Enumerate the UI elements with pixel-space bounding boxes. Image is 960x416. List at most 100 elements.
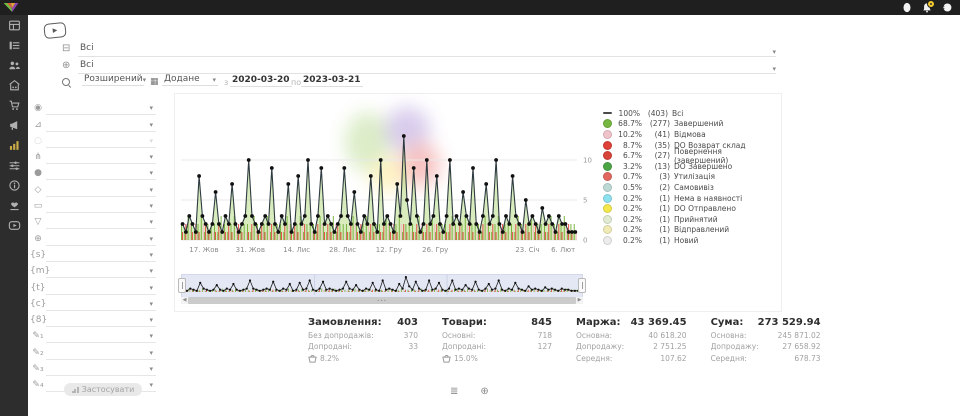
app-logo-icon[interactable]: [2, 1, 20, 14]
legend-item[interactable]: 6.7%(27)Повернення (завершений): [603, 150, 775, 161]
search-mode-select[interactable]: Розширений▾: [82, 74, 144, 86]
legend-item[interactable]: 100%(403)Всі: [603, 108, 775, 119]
filter-select[interactable]: ▾: [46, 122, 156, 132]
filter-row-7[interactable]: ▭▾: [30, 197, 156, 213]
filter-select[interactable]: ▾: [46, 301, 156, 311]
tags-filter-field[interactable]: ▾: [78, 42, 776, 57]
navigator-right-handle-icon[interactable]: [578, 278, 586, 293]
sidebar-item-clients[interactable]: [0, 55, 28, 75]
filter-row-10[interactable]: {s}▾: [30, 246, 156, 262]
filter-row-1[interactable]: ◉▾: [30, 99, 156, 115]
sidebar-item-marketing[interactable]: [0, 115, 28, 135]
search-icon[interactable]: [62, 78, 71, 87]
legend-swatch-icon: [603, 151, 612, 160]
orders-timeline-chart: 051017. Жов31. Жов14. Лис28. Лис12. Гру2…: [179, 100, 619, 262]
filter-row-16[interactable]: ✎₂▾: [30, 343, 156, 359]
date-to-input[interactable]: 2023-03-21: [301, 75, 363, 87]
legend-item[interactable]: 0.2%(1)Відправлений: [603, 225, 775, 236]
sidebar-item-info[interactable]: [0, 175, 28, 195]
legend-swatch-icon: [603, 112, 612, 114]
stat-sub-label: Середня:: [576, 354, 612, 363]
sidebar-item-purchases[interactable]: [0, 95, 28, 115]
filter-row-14[interactable]: {8}▾: [30, 311, 156, 327]
filter-select[interactable]: ▾: [46, 170, 156, 180]
date-from-input[interactable]: 2020-03-20: [230, 75, 292, 87]
legend-label: Прийнятий: [674, 215, 718, 224]
sidebar-item-tutorials[interactable]: [0, 215, 28, 235]
filter-select[interactable]: ▾: [46, 154, 156, 164]
filter-row-15[interactable]: ✎₁▾: [30, 327, 156, 343]
note-1-icon: ✎₁: [30, 331, 46, 343]
apply-filters-button[interactable]: Застосувати: [64, 383, 142, 396]
sidebar-item-orders[interactable]: [0, 35, 28, 55]
filter-select[interactable]: ▾: [46, 219, 156, 229]
legend-label: DO Завершено: [674, 162, 732, 171]
filter-panel: ◉▾⊿▾○▾⋔▾●▾◇▾▭▾▽▾⊕▾{s}▾{m}▾{t}▾{c}▾{8}▾✎₁…: [30, 99, 156, 392]
filter-row-5[interactable]: ●▾: [30, 164, 156, 180]
filter-select[interactable]: ▾: [46, 268, 156, 278]
chevron-down-icon: ▾: [149, 236, 153, 243]
store-icon: [8, 79, 21, 92]
chevron-down-icon[interactable]: ▾: [772, 66, 776, 73]
navigator-left-handle-icon[interactable]: [178, 278, 186, 293]
legend-item[interactable]: 0.2%(1)Нема в наявності: [603, 193, 775, 204]
legend-percent: 8.7%: [616, 141, 642, 150]
legend-item[interactable]: 0.5%(2)Самовивіз: [603, 182, 775, 193]
avatar-icon[interactable]: [901, 2, 912, 13]
filter-row-9[interactable]: ⊕▾: [30, 229, 156, 245]
notifications-bell-icon[interactable]: [921, 2, 932, 13]
chart-scrollbar[interactable]: ◀ ••• ▶: [181, 297, 583, 304]
legend-item[interactable]: 0.7%(3)Утилізація: [603, 172, 775, 183]
scrollbar-thumb[interactable]: •••: [188, 297, 576, 304]
filter-select[interactable]: ▾: [46, 187, 156, 197]
chevron-down-icon: ▾: [143, 77, 147, 84]
filter-select[interactable]: ▾: [46, 366, 156, 376]
sidebar-item-partners[interactable]: [0, 195, 28, 215]
legend-item[interactable]: 0.2%(1)Новий: [603, 235, 775, 246]
scroll-right-icon[interactable]: ▶: [576, 297, 583, 304]
filter-row-11[interactable]: {m}▾: [30, 262, 156, 278]
legend-swatch-icon: [603, 130, 612, 139]
filter-select[interactable]: ▾: [46, 333, 156, 343]
filter-select[interactable]: ▾: [46, 203, 156, 213]
products-filter-field[interactable]: ▾: [78, 59, 776, 74]
filter-select[interactable]: ▾: [46, 252, 156, 262]
filter-row-12[interactable]: {t}▾: [30, 278, 156, 294]
filter-select[interactable]: ▾: [46, 350, 156, 360]
legend-item[interactable]: 68.7%(277)Завершений: [603, 119, 775, 130]
sidebar-item-dashboard[interactable]: [0, 15, 28, 35]
filter-select[interactable]: ▾: [46, 317, 156, 327]
sidebar-item-store[interactable]: [0, 75, 28, 95]
chart-navigator[interactable]: [181, 274, 583, 298]
filter-row-8[interactable]: ▽▾: [30, 213, 156, 229]
filter-row-3[interactable]: ○▾: [30, 132, 156, 148]
filter-row-4[interactable]: ⋔▾: [30, 148, 156, 164]
stat-column: Замовлення:403Без допродажів:370Допродан…: [308, 317, 418, 363]
var-s-icon: {s}: [30, 250, 46, 262]
date-field-select[interactable]: Додане▾: [162, 74, 218, 86]
filter-row-6[interactable]: ◇▾: [30, 180, 156, 196]
video-tutorial-icon[interactable]: ▶: [43, 22, 66, 39]
legend-item[interactable]: 0.2%(1)Прийнятий: [603, 214, 775, 225]
filter-select[interactable]: ▾: [46, 138, 156, 148]
filter-row-17[interactable]: ✎₃▾: [30, 360, 156, 376]
legend-percent: 0.2%: [616, 194, 642, 203]
filter-select[interactable]: ▾: [46, 236, 156, 246]
legend-item[interactable]: 10.2%(41)Відмова: [603, 129, 775, 140]
filter-row-2[interactable]: ⊿▾: [30, 115, 156, 131]
legend-item[interactable]: 0.2%(1)DO Отправлено: [603, 203, 775, 214]
sidebar-item-analytics[interactable]: [0, 135, 28, 155]
svg-text:12. Гру: 12. Гру: [376, 246, 402, 254]
legend-swatch-icon: [603, 236, 612, 245]
chevron-down-icon[interactable]: ▾: [772, 49, 776, 56]
svg-text:23. Січ: 23. Січ: [515, 246, 539, 254]
scroll-left-icon[interactable]: ◀: [181, 297, 188, 304]
filter-row-13[interactable]: {c}▾: [30, 295, 156, 311]
list-view-icon[interactable]: ≣: [450, 386, 458, 397]
filter-select[interactable]: ▾: [46, 285, 156, 295]
filter-select[interactable]: ▾: [46, 105, 156, 115]
package-view-icon[interactable]: ⊕: [480, 386, 488, 397]
sidebar-item-settings[interactable]: [0, 155, 28, 175]
upsell-basket-icon: [308, 354, 317, 363]
assistant-icon[interactable]: [941, 2, 952, 13]
